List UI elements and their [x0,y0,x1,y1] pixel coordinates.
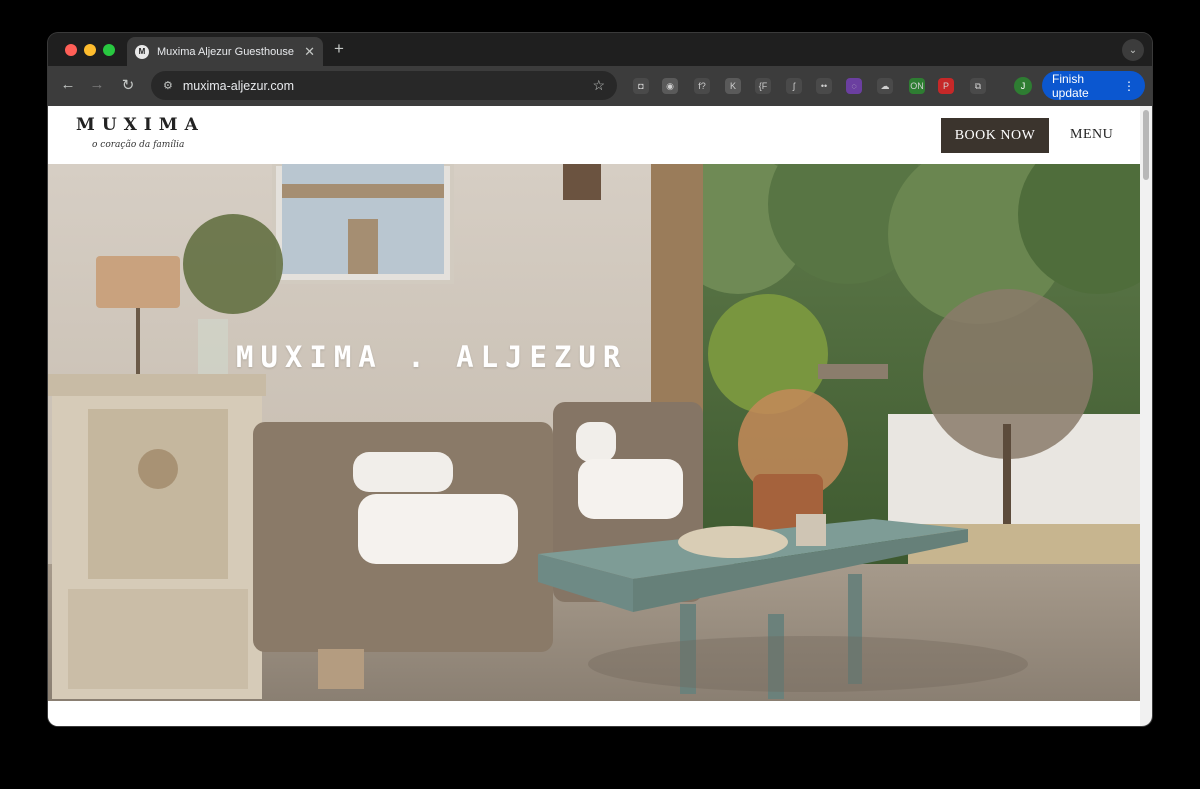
bookmark-star-icon[interactable]: ☆ [592,77,605,94]
pinterest-icon[interactable]: P [938,78,954,94]
camera-icon[interactable]: ◘ [633,78,649,94]
circle-ext-icon[interactable]: ◉ [662,78,678,94]
tab-muxima[interactable]: M Muxima Aljezur Guesthouse ✕ [127,37,323,66]
close-tab-icon[interactable]: ✕ [304,44,315,60]
tab-title: Muxima Aljezur Guesthouse [157,45,294,58]
font-ext-icon[interactable]: f? [694,78,710,94]
hero-title: MUXIMA . ALJEZUR [236,340,628,374]
page-content-start [48,701,1140,726]
hero-image: MUXIMA . ALJEZUR [48,164,1140,701]
k-ext-icon[interactable]: K [725,78,741,94]
purple-ext-icon[interactable]: ◌ [846,78,862,94]
address-bar[interactable]: ⚙ muxima-aljezur.com ☆ [151,71,617,100]
profile-avatar[interactable]: J [1014,77,1032,95]
favicon-icon: M [135,44,149,59]
cloud-ext-icon[interactable]: ☁ [877,78,893,94]
minimize-window-button[interactable] [84,44,96,56]
site-logo[interactable]: MUXIMA [76,115,205,135]
url-text[interactable]: muxima-aljezur.com [183,79,593,93]
forward-button[interactable]: → [87,76,107,93]
kebab-menu-icon[interactable]: ⋮ [1123,79,1135,93]
browser-window: M Muxima Aljezur Guesthouse ✕ + ⌄ ← → ↻ … [48,33,1152,726]
bracket-f-ext-icon[interactable]: {F [755,78,771,94]
site-info-icon[interactable]: ⚙ [163,79,173,92]
finish-update-label: Finish update [1052,71,1089,100]
site-header: MUXIMA o coração da família BOOK NOW MEN… [48,106,1140,164]
book-now-button[interactable]: BOOK NOW [941,118,1049,153]
finish-update-button[interactable]: Finish update ⋮ [1042,71,1145,100]
tab-search-button[interactable]: ⌄ [1122,39,1144,61]
scrollbar-thumb[interactable] [1143,110,1149,180]
close-window-button[interactable] [65,44,77,56]
browser-toolbar: ← → ↻ ⚙ muxima-aljezur.com ☆ ◘ ◉ f? K {F ʃ •• ◌… [48,66,1152,106]
hero-photo [48,164,1140,701]
eyes-ext-icon[interactable]: •• [816,78,832,94]
page-scrollbar[interactable] [1140,106,1152,726]
logo-tagline: o coração da família [92,140,185,150]
page-viewport: MUXIMA o coração da família BOOK NOW MEN… [48,106,1140,726]
reload-button[interactable]: ↻ [118,76,138,94]
tab-strip: M Muxima Aljezur Guesthouse ✕ + ⌄ [48,33,1152,66]
puzzle-icon[interactable]: ⧉ [970,78,986,94]
menu-button[interactable]: MENU [1070,127,1113,143]
feather-ext-icon[interactable]: ʃ [786,78,802,94]
new-tab-button[interactable]: + [334,39,344,59]
back-button[interactable]: ← [58,76,78,93]
maximize-window-button[interactable] [103,44,115,56]
on-ext-icon[interactable]: ON [909,78,925,94]
